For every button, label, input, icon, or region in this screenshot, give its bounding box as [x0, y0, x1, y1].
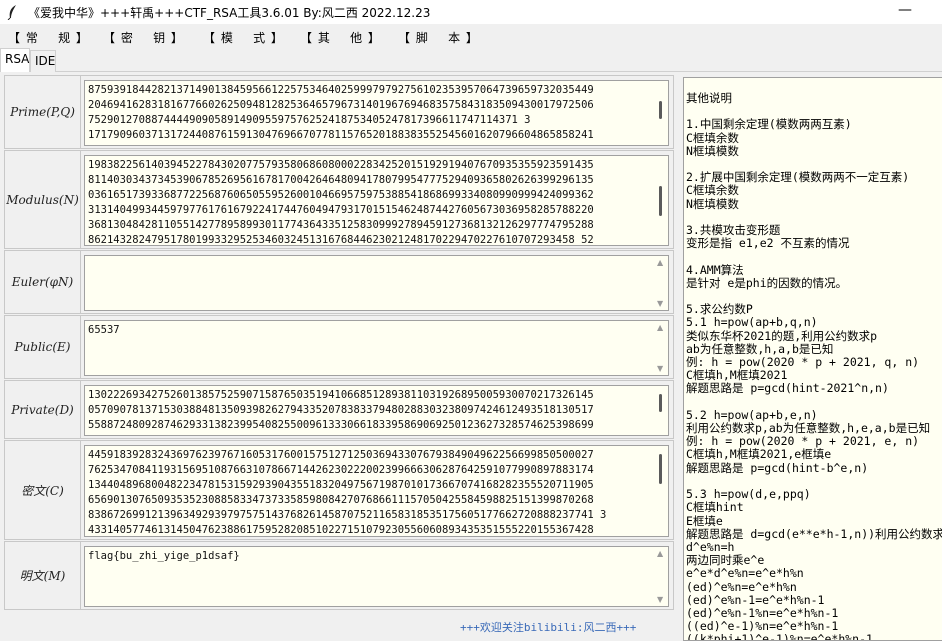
menu-general[interactable]: 【 常 规 】	[8, 29, 89, 46]
scroll-up-icon[interactable]: ▲	[657, 549, 663, 558]
public-label: Public(E)	[5, 316, 81, 378]
menu-other[interactable]: 【 其 他 】	[300, 29, 381, 46]
footer-text: +++欢迎关注bilibili:风二西+++	[460, 621, 637, 634]
prime-value: 8759391844282137149013845956612257534640…	[88, 84, 594, 141]
euler-row: Euler(φN) ▲ ▼	[4, 250, 674, 314]
euler-label: Euler(φN)	[5, 251, 81, 313]
public-field[interactable]: 65537 ▲ ▼	[84, 320, 669, 376]
notes-text: 其他说明 1.中国剩余定理(模数两两互素) C框填余数 N框填模数 2.扩展中国…	[686, 91, 942, 641]
euler-scrollbar[interactable]: ▲ ▼	[654, 256, 668, 310]
scroll-down-icon[interactable]: ▼	[657, 595, 663, 604]
plain-row: 明文(M) flag{bu_zhi_yige_p1dsaf} ▲ ▼	[4, 541, 674, 610]
rsa-panel: Prime(P,Q) 87593918442821371490138459566…	[4, 75, 674, 610]
tab-ide[interactable]: IDE	[30, 50, 56, 72]
modulus-field[interactable]: 1983822561403945227843020775793580686080…	[84, 155, 669, 246]
cipher-label: 密文(C)	[5, 441, 81, 539]
public-value: 65537	[88, 324, 120, 336]
modulus-scrollbar[interactable]	[654, 156, 668, 245]
modulus-label: Modulus(N)	[5, 151, 81, 248]
prime-field[interactable]: 8759391844282137149013845956612257534640…	[84, 80, 669, 146]
euler-field[interactable]: ▲ ▼	[84, 255, 669, 311]
plain-value: flag{bu_zhi_yige_p1dsaf}	[88, 550, 240, 562]
modulus-value: 1983822561403945227843020775793580686080…	[88, 159, 594, 246]
prime-row: Prime(P,Q) 87593918442821371490138459566…	[4, 75, 674, 149]
scroll-down-icon[interactable]: ▼	[657, 299, 663, 308]
window-title: 《爱我中华》+++轩禹+++CTF_RSA工具3.6.01 By:风二西 202…	[28, 6, 431, 20]
private-value: 1302226934275260138575259071587650351941…	[88, 389, 594, 435]
menu-key[interactable]: 【 密 钥 】	[103, 29, 184, 46]
title-bar: 《爱我中华》+++轩禹+++CTF_RSA工具3.6.01 By:风二西 202…	[0, 0, 942, 24]
public-row: Public(E) 65537 ▲ ▼	[4, 315, 674, 379]
tab-strip: RSA IDE	[0, 48, 942, 72]
feather-icon	[7, 5, 16, 20]
public-scrollbar[interactable]: ▲ ▼	[654, 321, 668, 375]
cipher-value: 4459183928324369762397671605317600157512…	[88, 449, 607, 536]
prime-label: Prime(P,Q)	[5, 76, 81, 148]
prime-scrollbar[interactable]	[654, 81, 668, 145]
cipher-field[interactable]: 4459183928324369762397671605317600157512…	[84, 445, 669, 537]
plain-field[interactable]: flag{bu_zhi_yige_p1dsaf} ▲ ▼	[84, 546, 669, 607]
minimize-button[interactable]: —	[898, 2, 912, 18]
private-field[interactable]: 1302226934275260138575259071587650351941…	[84, 385, 669, 436]
notes-panel[interactable]: 其他说明 1.中国剩余定理(模数两两互素) C框填余数 N框填模数 2.扩展中国…	[683, 77, 942, 641]
plain-scrollbar[interactable]: ▲ ▼	[654, 547, 668, 606]
private-row: Private(D) 13022269342752601385752590715…	[4, 380, 674, 439]
private-scrollbar[interactable]	[654, 386, 668, 435]
menu-bar: 【 常 规 】 【 密 钥 】 【 模 式 】 【 其 他 】 【 脚 本 】	[0, 26, 942, 48]
scroll-up-icon[interactable]: ▲	[657, 258, 663, 267]
cipher-scrollbar[interactable]	[654, 446, 668, 536]
cipher-row: 密文(C) 4459183928324369762397671605317600…	[4, 440, 674, 540]
scroll-up-icon[interactable]: ▲	[657, 323, 663, 332]
plain-label: 明文(M)	[5, 542, 81, 609]
tab-rsa[interactable]: RSA	[0, 48, 30, 72]
scroll-down-icon[interactable]: ▼	[657, 364, 663, 373]
modulus-row: Modulus(N) 19838225614039452278430207757…	[4, 150, 674, 249]
menu-script[interactable]: 【 脚 本 】	[398, 29, 479, 46]
menu-mode[interactable]: 【 模 式 】	[203, 29, 284, 46]
private-label: Private(D)	[5, 381, 81, 438]
